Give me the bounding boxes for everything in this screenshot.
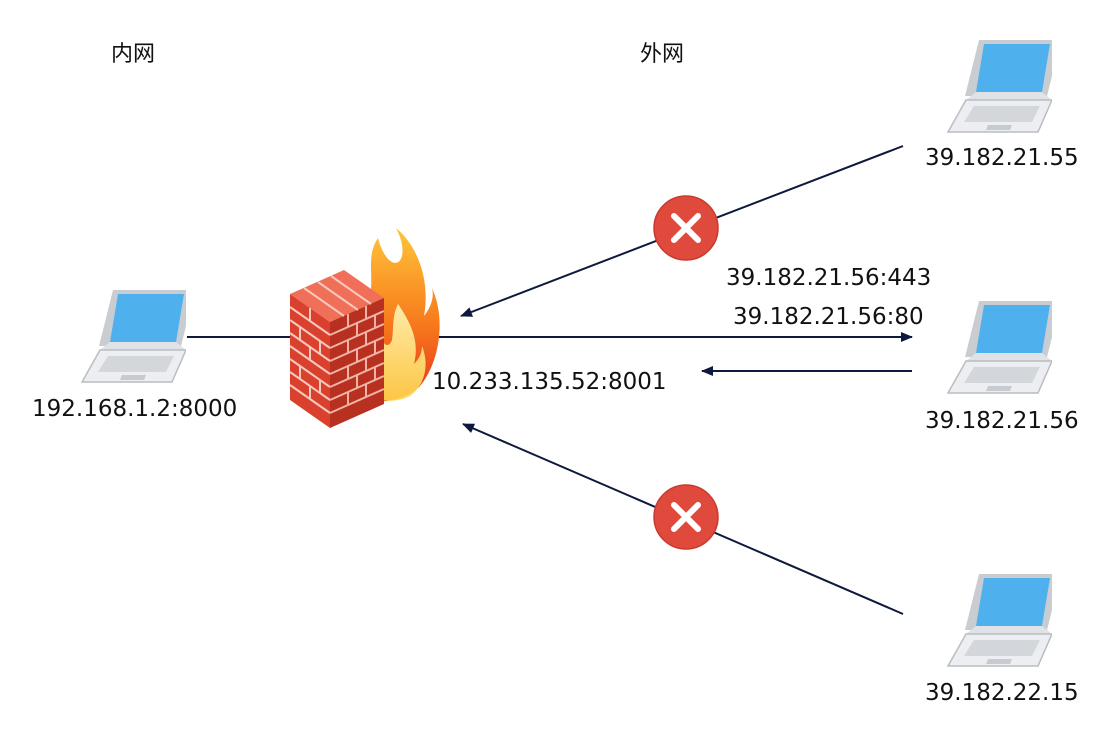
allowed-port-80: 39.182.21.56:80: [733, 304, 924, 330]
laptop-icon: [946, 574, 1052, 667]
laptop-icon: [946, 301, 1052, 394]
outer-network-label: 外网: [640, 42, 685, 67]
inner-host-address: 192.168.1.2:8000: [32, 396, 238, 422]
firewall-address: 10.233.135.52:8001: [432, 369, 667, 395]
firewall-icon: [289, 228, 440, 428]
blocked-x-icon: [653, 195, 719, 261]
laptop-icon: [946, 40, 1052, 133]
laptop-icon: [80, 290, 186, 383]
bottom-host-address: 39.182.22.15: [925, 680, 1079, 706]
network-diagram: 内网 外网 192.168.1.2:8000 10.233.135.52:800…: [0, 0, 1106, 736]
inner-network-label: 内网: [111, 42, 156, 67]
blocked-x-icon: [653, 484, 719, 550]
allowed-port-443: 39.182.21.56:443: [726, 265, 932, 291]
top-host-address: 39.182.21.55: [925, 145, 1079, 171]
middle-host-address: 39.182.21.56: [925, 408, 1079, 434]
